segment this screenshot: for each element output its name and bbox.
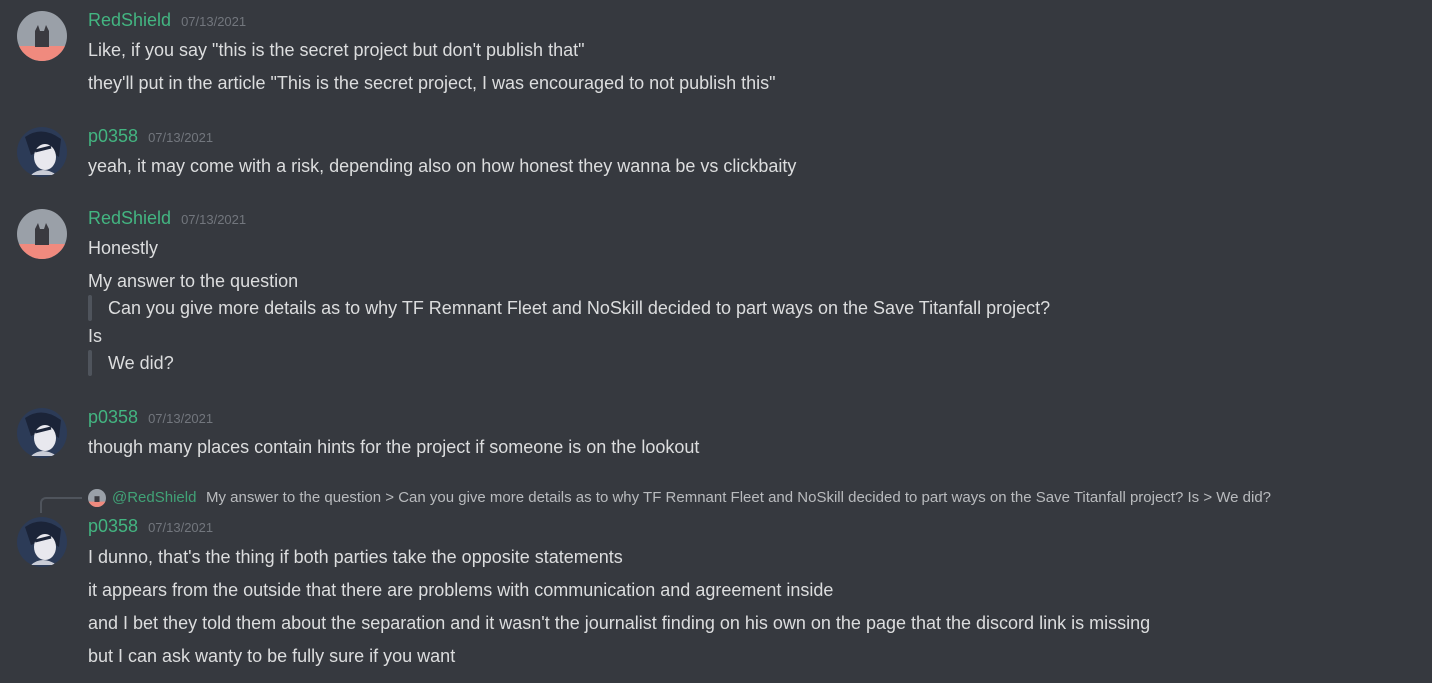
quote-text: Can you give more details as to why TF R… <box>108 297 1051 318</box>
block-quote: Can you give more details as to why TF R… <box>88 295 1050 321</box>
message-line: it appears from the outside that there a… <box>88 580 834 600</box>
quote-text: We did? <box>108 352 174 373</box>
message-header: RedShield 07/13/2021 <box>88 10 246 34</box>
message-line: Is <box>88 326 103 346</box>
timestamp: 07/13/2021 <box>148 411 214 426</box>
message-header: p0358 07/13/2021 <box>88 126 213 150</box>
p0358-avatar-icon[interactable] <box>17 408 67 458</box>
timestamp: 07/13/2021 <box>148 130 214 145</box>
reply-spine <box>40 497 82 513</box>
username[interactable]: p0358 <box>88 516 138 537</box>
username[interactable]: p0358 <box>88 407 138 428</box>
redshield-avatar-icon[interactable] <box>17 11 67 61</box>
reply-mention[interactable]: @RedShield <box>112 489 196 506</box>
username[interactable]: RedShield <box>88 208 171 229</box>
redshield-avatar-icon[interactable] <box>17 209 67 259</box>
message-line: but I can ask wanty to be fully sure if … <box>88 646 456 666</box>
message-line: and I bet they told them about the separ… <box>88 613 1151 633</box>
username[interactable]: p0358 <box>88 126 138 147</box>
timestamp: 07/13/2021 <box>148 520 214 535</box>
timestamp: 07/13/2021 <box>181 212 247 227</box>
message-line: yeah, it may come with a risk, depending… <box>88 156 797 176</box>
reply-avatar-icon[interactable] <box>88 489 106 507</box>
message-header: p0358 07/13/2021 <box>88 516 213 540</box>
message-line: though many places contain hints for the… <box>88 437 700 457</box>
message-line: My answer to the question <box>88 271 299 291</box>
message-line: they'll put in the article "This is the … <box>88 73 776 93</box>
message-line: Honestly <box>88 238 159 258</box>
timestamp: 07/13/2021 <box>181 14 247 29</box>
reply-preview[interactable]: My answer to the question > Can you give… <box>206 489 1271 506</box>
message-line: I dunno, that's the thing if both partie… <box>88 547 623 567</box>
chat-messages: RedShield 07/13/2021 Like, if you say "t… <box>0 0 1432 683</box>
block-quote: We did? <box>88 350 174 376</box>
p0358-avatar-icon[interactable] <box>17 517 67 567</box>
quote-bar <box>88 350 92 376</box>
quote-bar <box>88 295 92 321</box>
message-header: RedShield 07/13/2021 <box>88 208 246 232</box>
message-line: Like, if you say "this is the secret pro… <box>88 40 585 60</box>
message-header: p0358 07/13/2021 <box>88 407 213 431</box>
p0358-avatar-icon[interactable] <box>17 127 67 177</box>
username[interactable]: RedShield <box>88 10 171 31</box>
